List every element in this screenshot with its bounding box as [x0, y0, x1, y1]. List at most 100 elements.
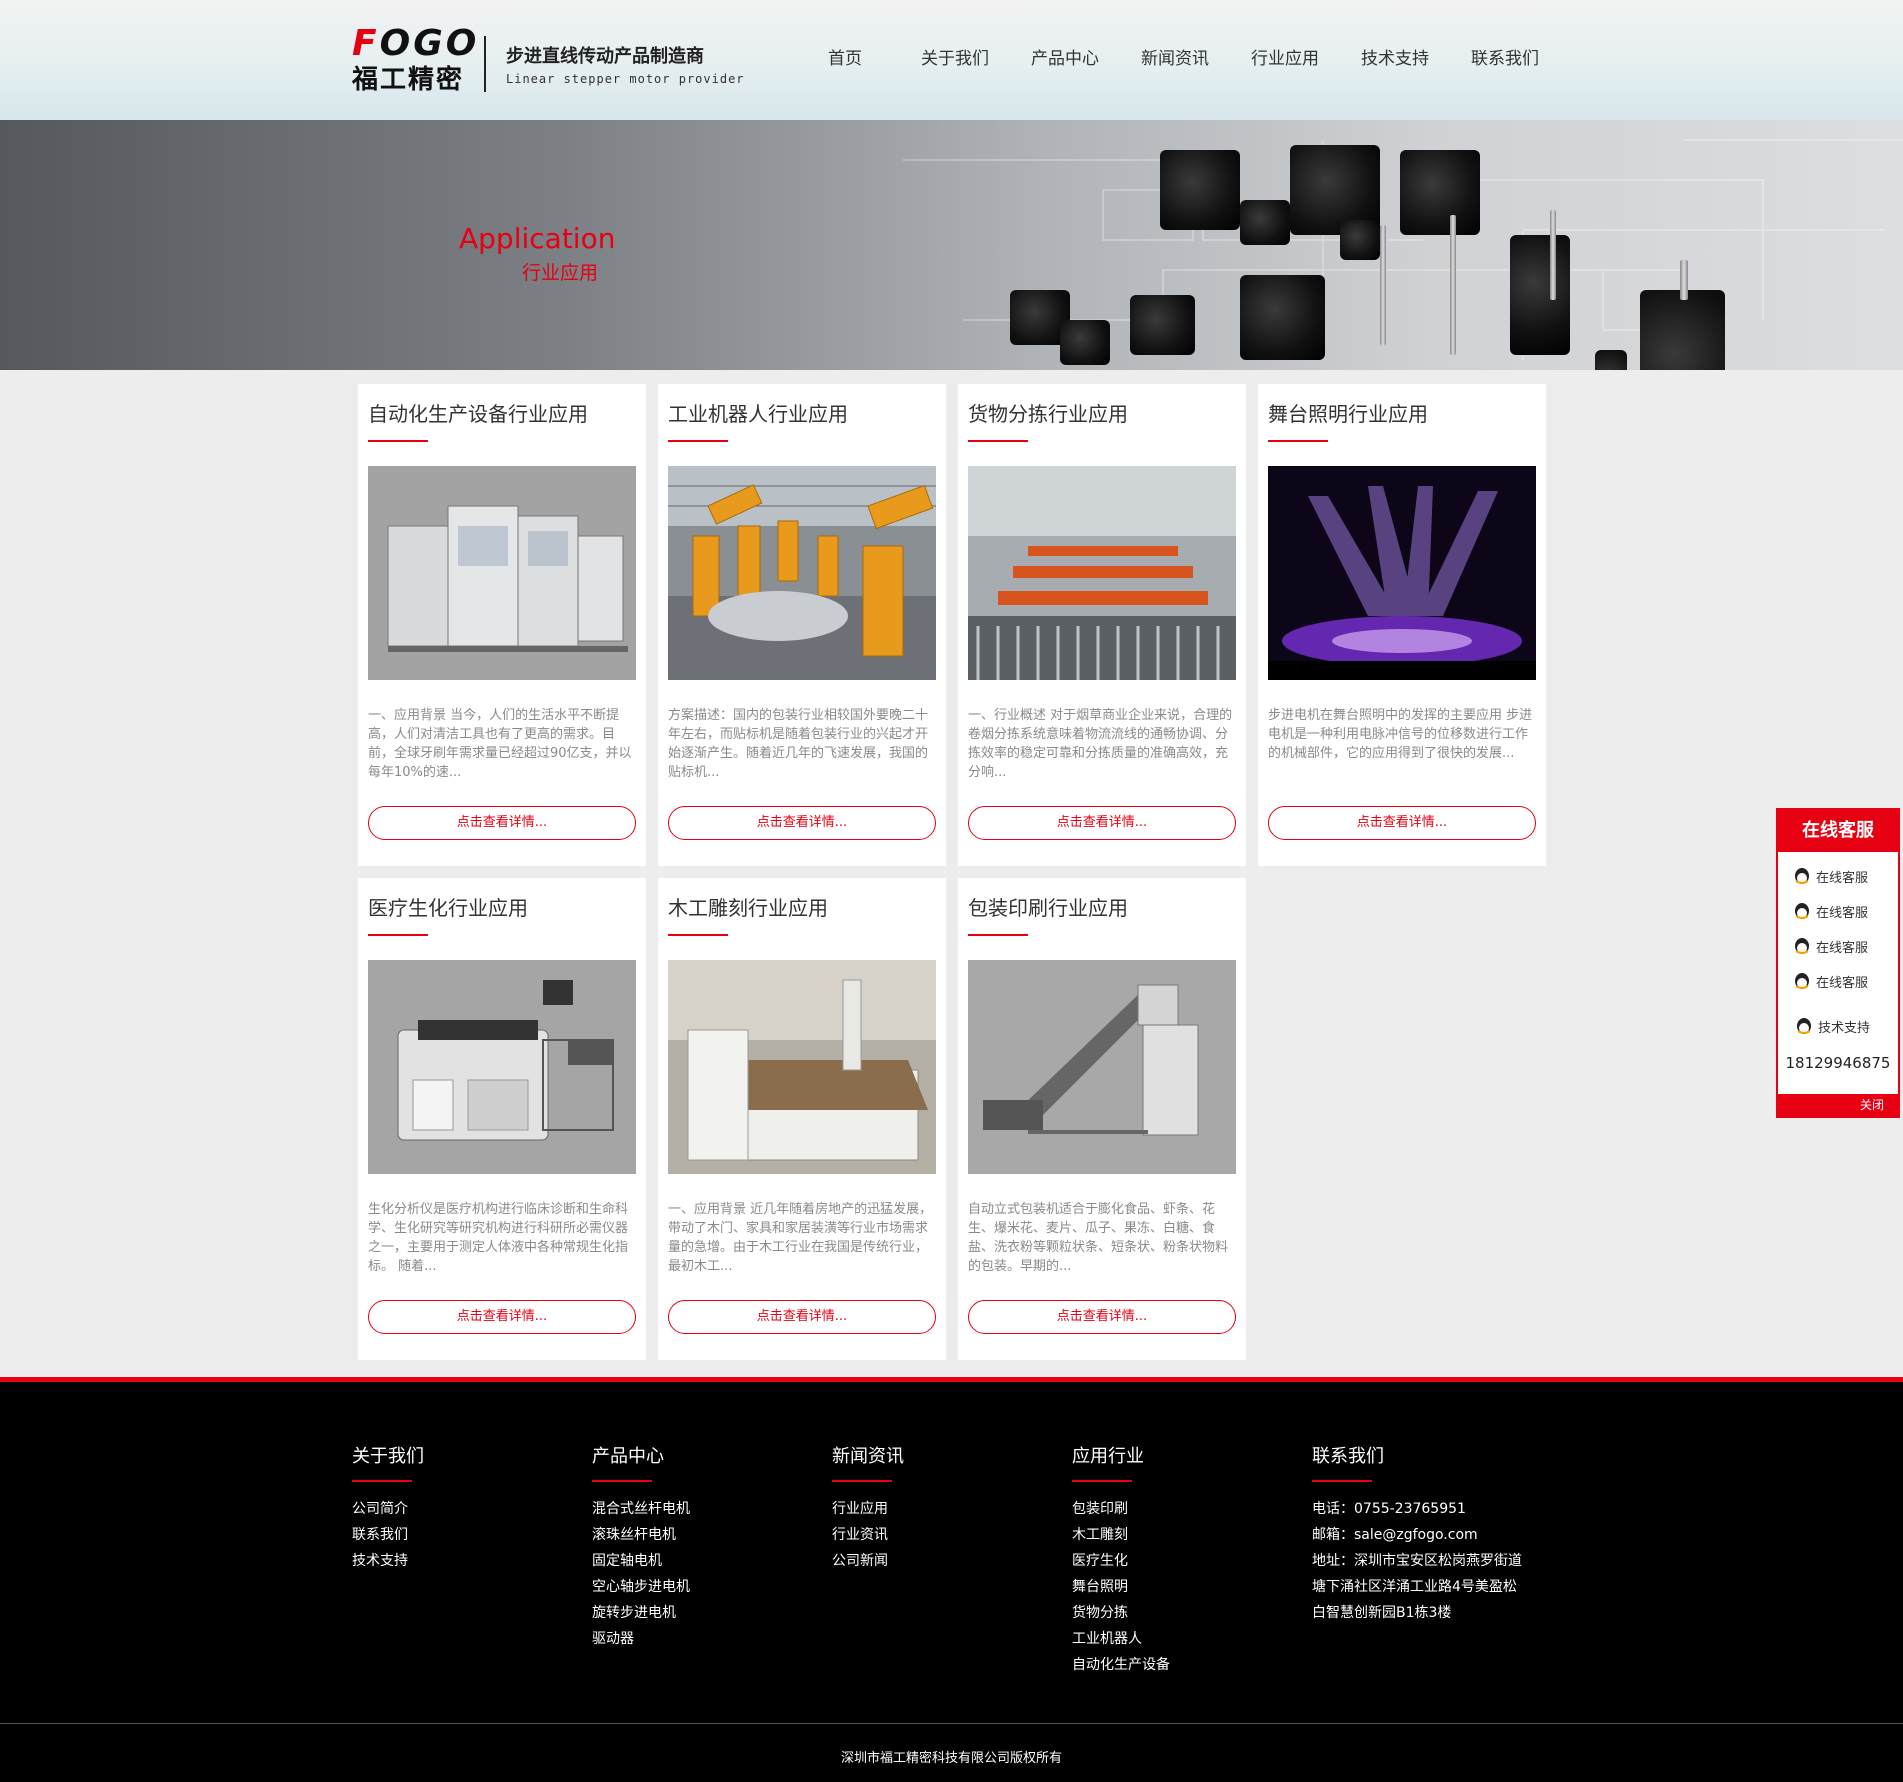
nav-about[interactable]: 关于我们 — [900, 44, 1010, 69]
footer-link[interactable]: 货物分拣 — [1072, 1600, 1170, 1626]
contact-phone: 电话：0755-23765951 — [1312, 1501, 1466, 1517]
card-image[interactable] — [968, 960, 1236, 1174]
nav-products[interactable]: 产品中心 — [1010, 44, 1120, 69]
footer-link[interactable]: 舞台照明 — [1072, 1574, 1170, 1600]
motor-image — [1240, 200, 1290, 245]
tagline-cn: 步进直线传动产品制造商 — [506, 46, 704, 67]
title-underline — [592, 1480, 652, 1482]
title-underline — [668, 440, 728, 442]
biochemical-analyzer-image — [368, 960, 636, 1174]
footer-link[interactable]: 技术支持 — [352, 1548, 424, 1574]
motor-image — [1340, 220, 1380, 260]
qq-penguin-icon — [1795, 868, 1809, 884]
card-image[interactable] — [968, 466, 1236, 680]
footer-link[interactable]: 空心轴步进电机 — [592, 1574, 690, 1600]
card-image[interactable] — [368, 960, 636, 1174]
footer-link[interactable]: 联系我们 — [352, 1522, 424, 1548]
industrial-robot-image — [668, 466, 936, 680]
site-logo[interactable]: FOGO 福工精密 — [352, 23, 476, 96]
details-button[interactable]: 点击查看详情... — [368, 1300, 636, 1334]
card-image[interactable] — [368, 466, 636, 680]
qq-service-link[interactable]: 在线客服 — [1792, 971, 1868, 991]
card-title[interactable]: 货物分拣行业应用 — [968, 398, 1128, 427]
footer-column-title: 关于我们 — [352, 1446, 424, 1467]
footer-link[interactable]: 滚珠丝杆电机 — [592, 1522, 690, 1548]
nav-support[interactable]: 技术支持 — [1340, 44, 1450, 69]
banner-title: Application — [459, 222, 616, 255]
qq-penguin-icon — [1795, 903, 1809, 919]
card-title[interactable]: 包装印刷行业应用 — [968, 892, 1128, 921]
qq-service-link[interactable]: 在线客服 — [1792, 936, 1868, 956]
motor-shaft — [1450, 215, 1456, 355]
motor-image — [1130, 295, 1195, 355]
nav-applications[interactable]: 行业应用 — [1230, 44, 1340, 69]
nav-news[interactable]: 新闻资讯 — [1120, 44, 1230, 69]
wood-carving-machine-image — [668, 960, 936, 1174]
banner-subtitle: 行业应用 — [522, 262, 599, 284]
card-description: 一、应用背景 近几年随着房地产的迅猛发展，带动了木门、家具和家居装潢等行业市场需… — [668, 1202, 933, 1274]
card-description: 自动立式包装机适合于膨化食品、虾条、花生、爆米花、麦片、瓜子、果冻、白糖、食盐、… — [968, 1202, 1229, 1274]
title-underline — [352, 1480, 412, 1482]
footer-link[interactable]: 自动化生产设备 — [1072, 1652, 1170, 1678]
qq-tech-support-link[interactable]: 技术支持 — [1794, 1016, 1870, 1036]
card-image[interactable] — [668, 960, 936, 1174]
hero-banner — [0, 120, 1903, 370]
footer-link[interactable]: 包装印刷 — [1072, 1496, 1170, 1522]
details-button[interactable]: 点击查看详情... — [968, 806, 1236, 840]
contact-address: 地址：深圳市宝安区松岗燕罗街道 — [1312, 1553, 1522, 1569]
details-button[interactable]: 点击查看详情... — [1268, 806, 1536, 840]
service-phone: 18129946875 — [1785, 1054, 1891, 1072]
qq-service-link[interactable]: 在线客服 — [1792, 866, 1868, 886]
details-button[interactable]: 点击查看详情... — [668, 806, 936, 840]
qq-service-link[interactable]: 在线客服 — [1792, 901, 1868, 921]
footer-products-column: 产品中心 混合式丝杆电机 滚珠丝杆电机 固定轴电机 空心轴步进电机 旋转步进电机… — [592, 1442, 690, 1652]
details-button[interactable]: 点击查看详情... — [668, 1300, 936, 1334]
title-underline — [1312, 1480, 1372, 1482]
details-button[interactable]: 点击查看详情... — [368, 806, 636, 840]
automation-equipment-image — [368, 466, 636, 680]
application-card: 木工雕刻行业应用 一、应用背景 近几年随着房地产的迅猛发展，带动了木门、家具和家… — [658, 878, 946, 1360]
footer-link[interactable]: 公司简介 — [352, 1496, 424, 1522]
footer-industries-column: 应用行业 包装印刷 木工雕刻 医疗生化 舞台照明 货物分拣 工业机器人 自动化生… — [1072, 1442, 1170, 1678]
close-button[interactable]: 关闭 — [1778, 1094, 1898, 1116]
motor-shaft — [1380, 225, 1386, 345]
title-underline — [968, 934, 1028, 936]
footer-link[interactable]: 驱动器 — [592, 1626, 690, 1652]
site-footer: 关于我们 公司简介 联系我们 技术支持 产品中心 混合式丝杆电机 滚珠丝杆电机 … — [0, 1377, 1903, 1782]
footer-divider — [0, 1723, 1903, 1724]
footer-link[interactable]: 混合式丝杆电机 — [592, 1496, 690, 1522]
title-underline — [968, 440, 1028, 442]
card-title[interactable]: 工业机器人行业应用 — [668, 398, 848, 427]
copyright: 深圳市福工精密科技有限公司版权所有 — [840, 1751, 1062, 1766]
service-label: 在线客服 — [1816, 905, 1869, 921]
title-underline — [1072, 1480, 1132, 1482]
footer-link[interactable]: 木工雕刻 — [1072, 1522, 1170, 1548]
footer-link[interactable]: 工业机器人 — [1072, 1626, 1170, 1652]
card-title[interactable]: 自动化生产设备行业应用 — [368, 398, 588, 427]
nav-home[interactable]: 首页 — [790, 44, 900, 69]
footer-about-column: 关于我们 公司简介 联系我们 技术支持 — [352, 1442, 424, 1574]
footer-link[interactable]: 行业资讯 — [832, 1522, 904, 1548]
footer-link[interactable]: 公司新闻 — [832, 1548, 904, 1574]
card-image[interactable] — [668, 466, 936, 680]
footer-link[interactable]: 行业应用 — [832, 1496, 904, 1522]
online-service-panel: 在线客服 在线客服 在线客服 在线客服 在线客服 技术支持 1812994687… — [1776, 808, 1900, 1118]
service-panel-title: 在线客服 — [1778, 810, 1898, 852]
card-title[interactable]: 医疗生化行业应用 — [368, 892, 528, 921]
card-title[interactable]: 舞台照明行业应用 — [1268, 398, 1428, 427]
details-button[interactable]: 点击查看详情... — [968, 1300, 1236, 1334]
footer-link[interactable]: 医疗生化 — [1072, 1548, 1170, 1574]
logo-letter-f: F — [352, 23, 380, 64]
footer-link[interactable]: 旋转步进电机 — [592, 1600, 690, 1626]
footer-contact-column: 联系我们 电话：0755-23765951 邮箱：sale@zgfogo.com… — [1312, 1442, 1522, 1626]
service-label: 技术支持 — [1818, 1020, 1871, 1036]
application-card: 自动化生产设备行业应用 一、应用背景 当今，人们的生活水平不断提高，人们对清洁工… — [358, 384, 646, 866]
card-image[interactable] — [1268, 466, 1536, 680]
footer-link[interactable]: 固定轴电机 — [592, 1548, 690, 1574]
application-card: 货物分拣行业应用 一、行业概述 对于烟草商业企业来说，合理的卷烟分拣系统意味着物… — [958, 384, 1246, 866]
packaging-machine-image — [968, 960, 1236, 1174]
motor-image — [1060, 320, 1110, 365]
nav-contact[interactable]: 联系我们 — [1450, 44, 1560, 69]
card-title[interactable]: 木工雕刻行业应用 — [668, 892, 828, 921]
logo-letters-rest: OGO — [379, 23, 480, 64]
